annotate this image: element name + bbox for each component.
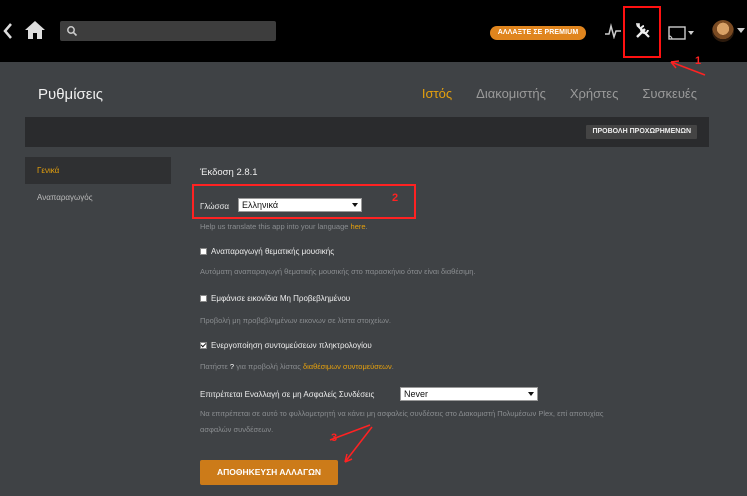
language-select-value: Ελληνικά: [242, 200, 279, 210]
unwatched-row: Εμφάνισε εικονίδια Μη Προβεβλημένου: [200, 294, 350, 303]
sidebar-item-general[interactable]: Γενικά: [25, 157, 171, 184]
select-caret-icon: [352, 203, 358, 207]
shortcuts-row: Ενεργοποίηση συντομεύσεων πληκτρολογίου: [200, 341, 372, 350]
tab-users[interactable]: Χρήστες: [570, 86, 619, 101]
back-arrow-icon[interactable]: [2, 22, 14, 40]
theme-music-label: Αναπαραγωγή θεματικής μουσικής: [211, 247, 335, 256]
unwatched-label: Εμφάνισε εικονίδια Μη Προβεβλημένου: [211, 294, 351, 303]
shortcuts-checkbox[interactable]: [200, 342, 207, 349]
sidebar-item-player[interactable]: Αναπαραγωγός: [25, 184, 171, 211]
shortcuts-help-end: .: [391, 362, 394, 371]
shortcuts-help-pre: Πατήστε: [200, 362, 228, 371]
language-help: Help us translate this app into your lan…: [200, 222, 368, 231]
activity-icon[interactable]: [604, 23, 622, 39]
shortcuts-help: Πατήστε ? για προβολή λίστας διαθέσιμων …: [200, 362, 394, 371]
translate-link[interactable]: here: [351, 222, 366, 231]
theme-music-help: Αυτόματη αναπαραγωγή θεματικής μουσικής …: [200, 267, 476, 276]
user-avatar[interactable]: [712, 20, 734, 42]
settings-tabs: Ιστός Διακομιστής Χρήστες Συσκευές: [422, 86, 697, 101]
page-title: Ρυθμίσεις: [38, 86, 104, 103]
language-select[interactable]: Ελληνικά: [238, 198, 362, 212]
cast-icon[interactable]: [668, 26, 696, 40]
language-help-end: .: [365, 222, 368, 231]
language-help-text: Help us translate this app into your lan…: [200, 222, 349, 231]
shortcuts-help-key: ?: [229, 362, 235, 371]
unwatched-checkbox[interactable]: [200, 295, 207, 302]
go-premium-button[interactable]: ΑΛΛΑΞΤΕ ΣΕ PREMIUM: [490, 26, 586, 40]
save-changes-button[interactable]: ΑΠΟΘΗΚΕΥΣΗ ΑΛΛΑΓΩΝ: [200, 460, 338, 485]
language-label: Γλώσσα: [200, 202, 230, 211]
settings-sidebar: Γενικά Αναπαραγωγός: [25, 157, 171, 211]
home-icon[interactable]: [24, 20, 46, 40]
search-input[interactable]: [60, 21, 276, 41]
version-label: Έκδοση 2.8.1: [200, 167, 258, 178]
select-caret-icon: [528, 392, 534, 396]
tab-web[interactable]: Ιστός: [422, 86, 452, 101]
tab-server[interactable]: Διακομιστής: [476, 86, 546, 101]
theme-music-checkbox[interactable]: [200, 248, 207, 255]
annotation-box-tools: [623, 6, 661, 58]
settings-toolbar: ΠΡΟΒΟΛΗ ΠΡΟΧΩΡΗΜΕΝΩΝ: [25, 117, 709, 147]
insecure-label: Επιτρέπεται Εναλλαγή σε μη Ασφαλείς Συνδ…: [200, 390, 375, 399]
shortcuts-help-mid: για προβολή λίστας: [236, 362, 301, 371]
theme-music-row: Αναπαραγωγή θεματικής μουσικής: [200, 247, 334, 256]
insecure-select[interactable]: Never: [400, 387, 538, 401]
search-icon: [67, 26, 78, 37]
tab-devices[interactable]: Συσκευές: [642, 86, 697, 101]
chevron-down-icon[interactable]: [737, 28, 745, 34]
shortcuts-label: Ενεργοποίηση συντομεύσεων πληκτρολογίου: [211, 341, 372, 350]
insecure-select-value: Never: [404, 389, 429, 399]
annotation-3: 3: [331, 432, 338, 444]
unwatched-help: Προβολή μη προβεβλημένων εικονων σε λίστ…: [200, 316, 392, 325]
show-advanced-button[interactable]: ΠΡΟΒΟΛΗ ΠΡΟΧΩΡΗΜΕΝΩΝ: [586, 125, 697, 139]
shortcuts-link[interactable]: διαθέσιμων συντομεύσεων: [303, 362, 392, 371]
annotation-1: 1: [695, 55, 702, 67]
insecure-help-line2: ασφαλών συνδέσεων.: [200, 425, 274, 434]
annotation-arrows: [329, 60, 706, 463]
insecure-help-line1: Να επιτρέπεται σε αυτό το φυλλομετρητή ν…: [200, 409, 604, 418]
